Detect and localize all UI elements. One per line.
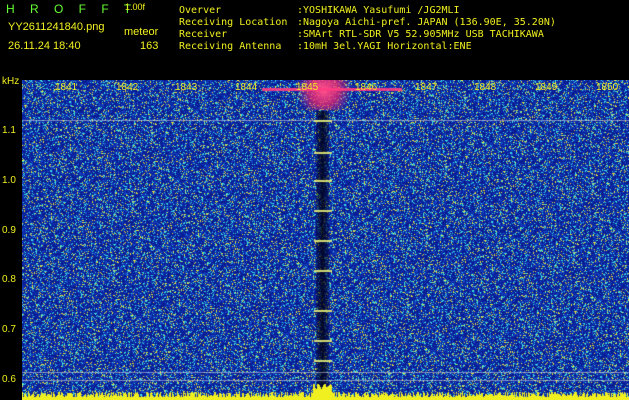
time-tick-1850: 1850 xyxy=(596,82,619,93)
app-version: 1.00f xyxy=(125,2,146,12)
info-key-location: Receiving Location xyxy=(179,17,288,28)
y-tick-0-9: 0.9 xyxy=(2,225,16,236)
time-tick-1841: 1841 xyxy=(55,82,78,93)
time-tick-1844: 1844 xyxy=(235,82,258,93)
time-tick-1845: 1845 xyxy=(296,82,319,93)
info-key-observer: Overver xyxy=(179,5,222,16)
time-tick-1843: 1843 xyxy=(175,82,198,93)
app-logo: H R O F F T xyxy=(6,2,138,16)
info-value-receiver: :SMArt RTL-SDR V5 52.905MHz USB TACHIKAW… xyxy=(297,29,544,40)
y-tick-0-8: 0.8 xyxy=(2,274,16,285)
time-tick-1848: 1848 xyxy=(474,82,497,93)
detector-label: meteor xyxy=(124,26,159,38)
y-tick-0-7: 0.7 xyxy=(2,324,16,335)
time-tick-1846: 1846 xyxy=(355,82,378,93)
y-tick-1-1: 1.1 xyxy=(2,125,16,136)
info-key-receiver: Receiver xyxy=(179,29,228,40)
hroft-spectrogram-window: H R O F F T 1.00f YY2611241840.png 26.11… xyxy=(0,0,629,400)
y-axis-unit: kHz xyxy=(2,76,20,87)
info-value-antenna: :10mH 3el.YAGI Horizontal:ENE xyxy=(297,41,472,52)
time-tick-1849: 1849 xyxy=(535,82,558,93)
info-key-antenna: Receiving Antenna xyxy=(179,41,282,52)
spectrogram-image xyxy=(22,80,629,400)
time-tick-1847: 1847 xyxy=(415,82,438,93)
time-tick-1842: 1842 xyxy=(116,82,139,93)
file-name: YY2611241840.png xyxy=(8,21,105,33)
y-tick-1-0: 1.0 xyxy=(2,175,16,186)
info-value-location: :Nagoya Aichi-pref. JAPAN (136.90E, 35.2… xyxy=(297,17,556,28)
capture-datetime: 26.11.24 18:40 xyxy=(8,40,81,52)
y-tick-0-6: 0.6 xyxy=(2,374,16,385)
info-value-observer: :YOSHIKAWA Yasufumi /JG2MLI xyxy=(297,5,460,16)
meteor-count: 163 xyxy=(140,40,159,52)
